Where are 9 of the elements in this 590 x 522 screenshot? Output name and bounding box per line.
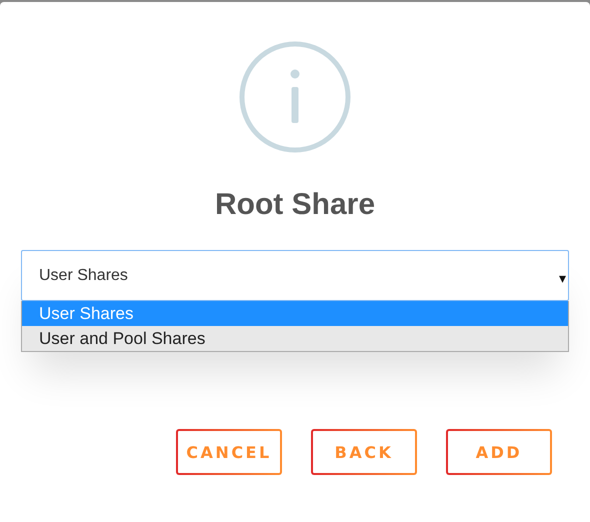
dropdown-option[interactable]: User and Pool Shares <box>22 326 568 351</box>
dialog-title: Root Share <box>214 188 376 222</box>
dropdown-arrow: ▾ <box>559 270 566 286</box>
share-select[interactable]: User Shares ▾ <box>21 250 569 301</box>
dialog-button[interactable]: ADD <box>446 429 552 475</box>
dropdown-option[interactable]: User Shares <box>22 301 568 326</box>
dialog-button[interactable]: CANCEL <box>176 429 282 475</box>
info-icon <box>239 41 351 153</box>
dialog-button[interactable]: BACK <box>311 429 417 475</box>
